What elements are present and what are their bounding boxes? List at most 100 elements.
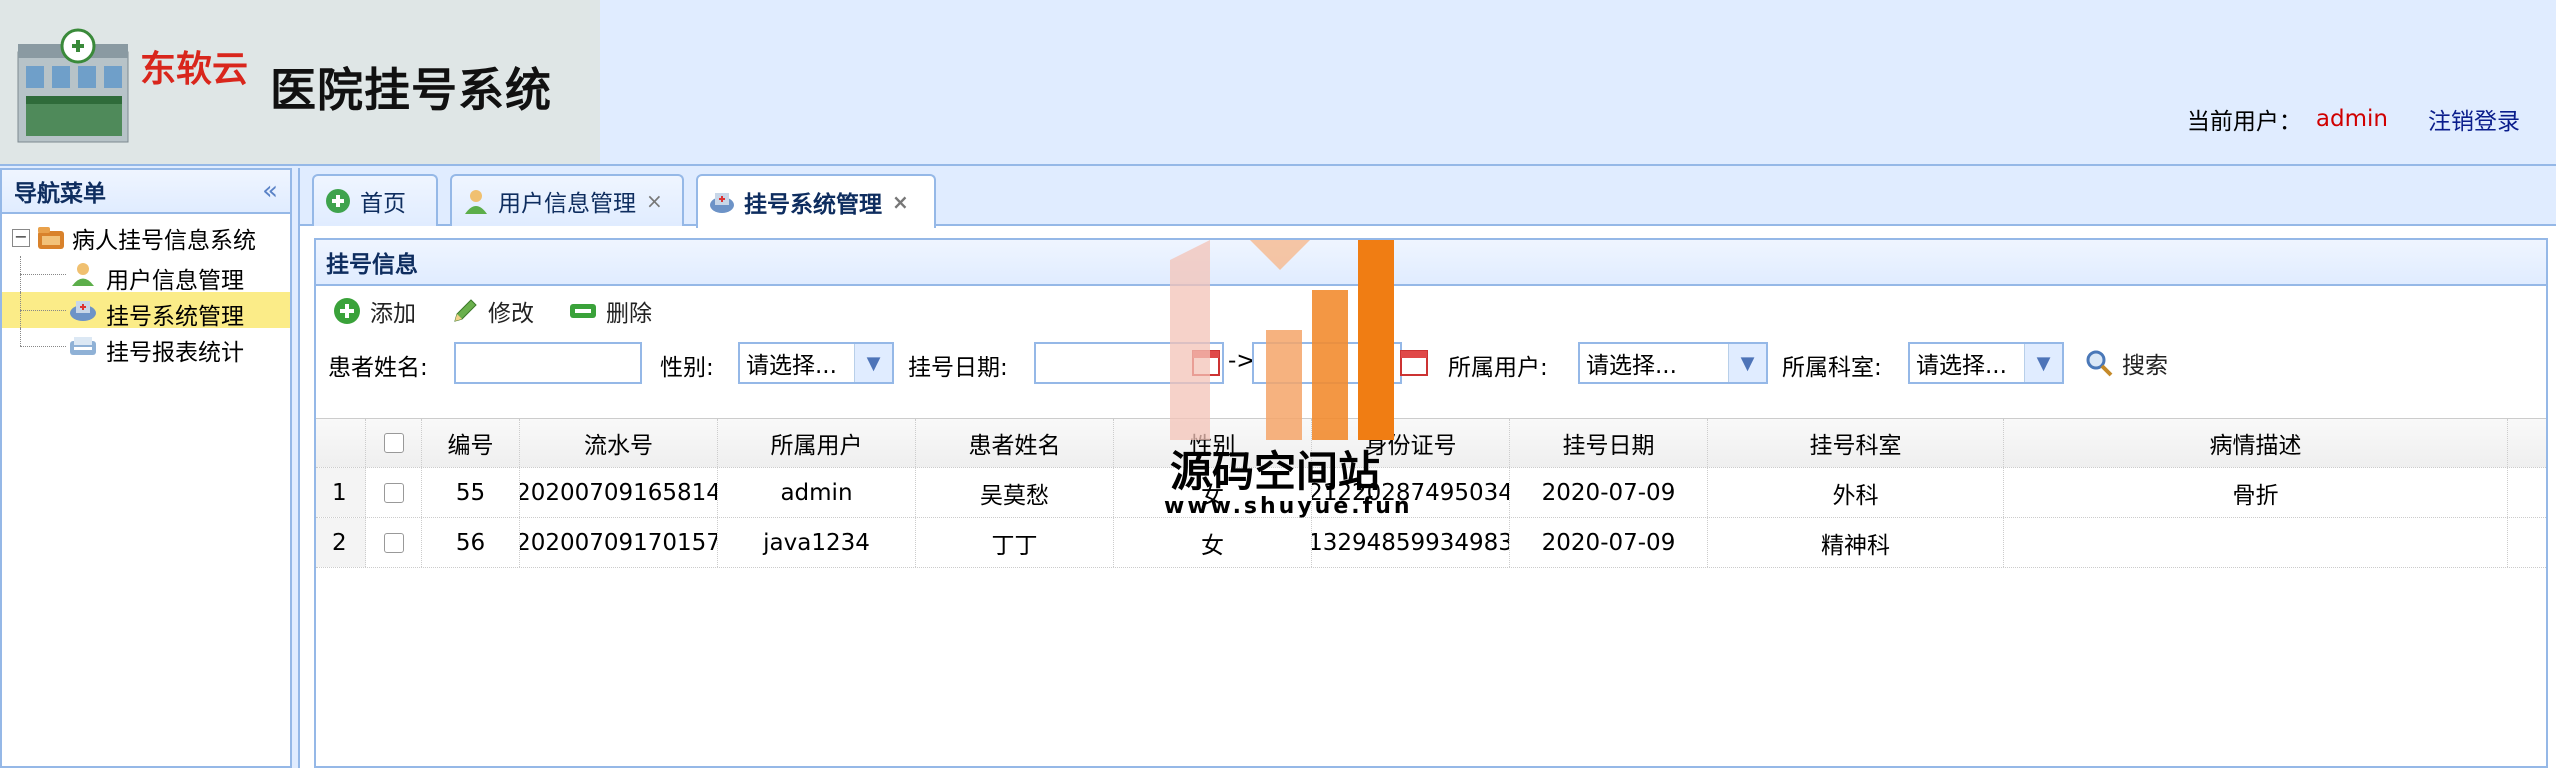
delete-label: 删除 <box>606 301 652 327</box>
cell-owner: java1234 <box>718 518 916 567</box>
gender-label: 性别: <box>660 355 714 381</box>
cell-idcard: 13294859934983 <box>1312 518 1510 567</box>
tab-label: 用户信息管理 <box>498 191 636 217</box>
app-title: 医院挂号系统 <box>270 63 552 117</box>
header-checkbox-cell <box>366 419 422 467</box>
gender-select-value: 请选择... <box>746 353 837 379</box>
dept-select[interactable]: 请选择... ▼ <box>1908 342 2064 384</box>
row-checkbox[interactable] <box>383 482 404 503</box>
registration-panel: 挂号信息 添加 修改 删除 患者姓名: 性别: 请选择... ▼ 挂号日期: -… <box>314 238 2548 768</box>
dept-label: 所属科室: <box>1782 355 1882 381</box>
minus-icon <box>570 304 596 318</box>
search-row: 患者姓名: 性别: 请选择... ▼ 挂号日期: -> 所属用户: 请选择... <box>316 336 2546 390</box>
cell-date: 2020-07-09 <box>1510 518 1708 567</box>
column-header[interactable]: 患者姓名 <box>916 419 1114 467</box>
tab-label: 首页 <box>360 191 406 217</box>
folder-icon <box>38 227 64 249</box>
nav-header: 导航菜单 « <box>2 170 290 214</box>
sidebar-item-label: 挂号报表统计 <box>106 340 244 366</box>
delete-button[interactable]: 删除 <box>568 294 652 328</box>
gender-select[interactable]: 请选择... ▼ <box>738 342 894 384</box>
tree-connector <box>20 274 66 275</box>
close-icon[interactable]: × <box>646 189 663 213</box>
sidebar-item-label: 挂号系统管理 <box>106 304 244 330</box>
sidebar-item-registration-report[interactable]: 挂号报表统计 <box>2 328 290 366</box>
registration-table: 编号 流水号 所属用户 患者姓名 性别 身份证号 挂号日期 挂号科室 病情描述 … <box>316 418 2546 568</box>
logout-link[interactable]: 注销登录 <box>2428 102 2520 136</box>
current-user-name: admin <box>2315 106 2388 132</box>
owner-select[interactable]: 请选择... ▼ <box>1578 342 1768 384</box>
watermark-url: www.shuyue.fun <box>1164 494 1413 519</box>
column-header[interactable]: 所属用户 <box>718 419 916 467</box>
table-header: 编号 流水号 所属用户 患者姓名 性别 身份证号 挂号日期 挂号科室 病情描述 <box>316 418 2546 468</box>
close-icon[interactable]: × <box>892 190 909 214</box>
collapse-icon[interactable]: « <box>262 176 278 206</box>
date-label: 挂号日期: <box>908 355 1008 381</box>
chevron-down-icon[interactable]: ▼ <box>1728 344 1766 382</box>
table-row[interactable]: 2 56 20200709170157 java1234 丁丁 女 132948… <box>316 518 2546 568</box>
pencil-icon <box>454 299 477 322</box>
cell-desc <box>2004 518 2508 567</box>
row-checkbox[interactable] <box>383 532 404 553</box>
sidebar-item-user-management[interactable]: 用户信息管理 <box>2 256 290 294</box>
select-all-checkbox[interactable] <box>383 433 404 453</box>
tab-label: 挂号系统管理 <box>744 192 882 218</box>
patient-name-label: 患者姓名: <box>328 355 428 381</box>
cell-id: 55 <box>422 468 520 517</box>
tab-registration-management[interactable]: 挂号系统管理 × <box>696 174 936 228</box>
tab-home[interactable]: 首页 <box>312 174 438 226</box>
patient-name-input[interactable] <box>454 342 642 384</box>
table-row[interactable]: 1 55 20200709165814 admin 吴莫愁 女 21220287… <box>316 468 2546 518</box>
owner-label: 所属用户: <box>1448 355 1548 381</box>
logo-area: 东软云 医院挂号系统 <box>0 0 600 164</box>
tree-root-label: 病人挂号信息系统 <box>72 228 256 254</box>
sidebar-item-registration-management[interactable]: 挂号系统管理 <box>2 292 290 330</box>
row-number: 2 <box>316 518 366 567</box>
current-user-label: 当前用户： <box>2186 109 2302 135</box>
date-to-input[interactable] <box>1252 342 1402 384</box>
tab-user-management[interactable]: 用户信息管理 × <box>450 174 684 226</box>
collapse-tree-icon[interactable]: − <box>12 229 30 247</box>
cell-desc: 骨折 <box>2004 468 2508 517</box>
cell-dept: 精神科 <box>1708 518 2004 567</box>
tree-root[interactable]: − 病人挂号信息系统 <box>2 220 290 256</box>
main-panel: 首页 用户信息管理 × 挂号系统管理 × 挂号信息 添加 修改 删除 患者姓名:… <box>298 168 2556 768</box>
hospital-building-logo <box>17 28 129 143</box>
chevron-down-icon[interactable]: ▼ <box>2024 344 2062 382</box>
app-header: 东软云 医院挂号系统 当前用户： admin 注销登录 <box>0 0 2556 166</box>
search-button[interactable]: 搜索 <box>2084 346 2168 380</box>
column-header[interactable]: 病情描述 <box>2004 419 2508 467</box>
brand-name: 东软云 <box>140 49 249 90</box>
cell-dept: 外科 <box>1708 468 2004 517</box>
calendar-icon[interactable] <box>1190 346 1222 378</box>
hospital-icon <box>70 301 96 321</box>
toolbar: 添加 修改 删除 <box>316 286 2546 336</box>
edit-label: 修改 <box>488 301 534 327</box>
column-header[interactable]: 流水号 <box>520 419 718 467</box>
add-label: 添加 <box>370 301 416 327</box>
tree-connector <box>20 310 66 311</box>
nav-tree: − 病人挂号信息系统 用户信息管理 挂号系统管理 挂号报表统计 <box>2 214 290 366</box>
add-icon <box>334 298 360 324</box>
cell-gender: 女 <box>1114 518 1312 567</box>
tree-connector <box>20 346 66 347</box>
column-header[interactable]: 挂号科室 <box>1708 419 2004 467</box>
cell-id: 56 <box>422 518 520 567</box>
tree-connector <box>20 328 21 346</box>
calendar-icon[interactable] <box>1398 346 1430 378</box>
column-header[interactable]: 编号 <box>422 419 520 467</box>
cell-patient-name: 吴莫愁 <box>916 468 1114 517</box>
chevron-down-icon[interactable]: ▼ <box>854 344 892 382</box>
dept-select-value: 请选择... <box>1916 353 2007 379</box>
cell-serial: 20200709170157 <box>520 518 718 567</box>
user-icon <box>72 263 94 286</box>
column-header[interactable]: 挂号日期 <box>1510 419 1708 467</box>
report-icon <box>70 337 96 355</box>
tabs-bar: 首页 用户信息管理 × 挂号系统管理 × <box>300 168 2556 228</box>
nav-title: 导航菜单 <box>14 181 106 207</box>
row-number: 1 <box>316 468 366 517</box>
edit-button[interactable]: 修改 <box>450 294 534 328</box>
owner-select-value: 请选择... <box>1586 353 1677 379</box>
panel-title: 挂号信息 <box>316 240 2546 286</box>
add-button[interactable]: 添加 <box>332 294 416 328</box>
